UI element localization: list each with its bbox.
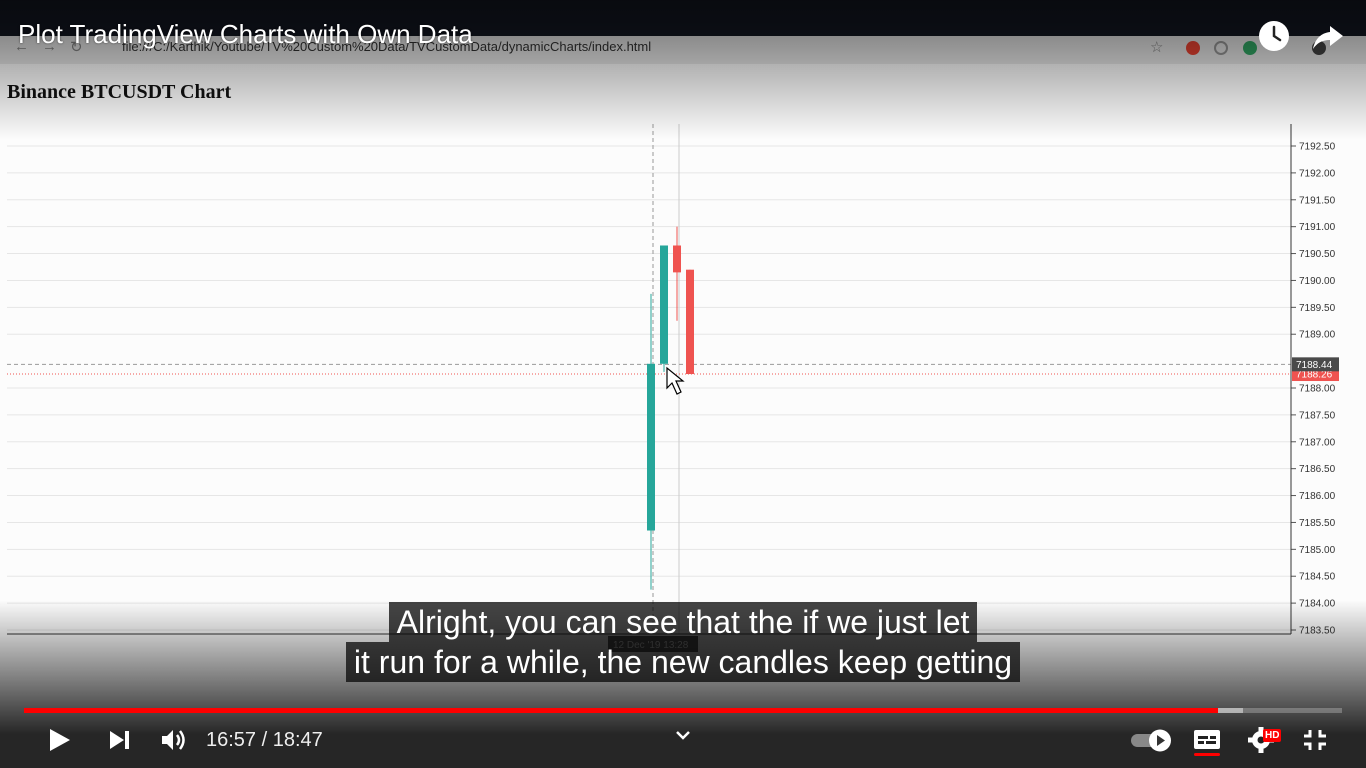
captions: Alright, you can see that the if we just… [0, 602, 1366, 682]
progress-bar[interactable] [24, 708, 1342, 713]
axis-tick-label: 7185.00 [1299, 545, 1336, 556]
candle [686, 269, 694, 375]
crosshair-price-label-text: 7188.44 [1296, 360, 1333, 371]
chart-title: Binance BTCUSDT Chart [7, 81, 232, 103]
extension-icon [1243, 41, 1257, 55]
time-total: 18:47 [272, 729, 323, 751]
axis-tick-label: 7191.00 [1299, 222, 1336, 233]
play-icon[interactable] [44, 722, 74, 758]
axis-tick-label: 7189.00 [1299, 330, 1336, 341]
exit-fullscreen-icon[interactable] [1300, 722, 1330, 758]
played-bar [24, 708, 1219, 713]
video-title[interactable]: Plot TradingView Charts with Own Data [18, 19, 473, 50]
time-display: 16:57 / 18:47 [206, 729, 323, 752]
candle-body [673, 245, 681, 273]
time-current: 16:57 [206, 729, 257, 751]
adblock-icon [1186, 41, 1200, 55]
caption-line: Alright, you can see that the if we just… [388, 602, 978, 642]
axis-tick-label: 7192.50 [1299, 142, 1336, 153]
captions-on-indicator [1194, 753, 1220, 756]
axis-tick-label: 7192.00 [1299, 168, 1336, 179]
axis-tick-label: 7187.50 [1299, 410, 1336, 421]
axis-tick-label: 7187.00 [1299, 437, 1336, 448]
axis-tick-label: 7191.50 [1299, 195, 1336, 206]
axis-tick-label: 7190.50 [1299, 249, 1336, 260]
chevron-down-icon[interactable] [672, 724, 694, 752]
axis-tick-label: 7186.00 [1299, 491, 1336, 502]
axis-tick-label: 7188.00 [1299, 384, 1336, 395]
caption-line: it run for a while, the new candles keep… [345, 642, 1021, 682]
axis-tick-label: 7189.50 [1299, 303, 1336, 314]
next-icon[interactable] [106, 722, 134, 758]
axis-tick-label: 7190.00 [1299, 276, 1336, 287]
share-arrow-icon[interactable] [1310, 18, 1346, 54]
time-separator: / [256, 729, 273, 751]
axis-tick-label: 7186.50 [1299, 464, 1336, 475]
crosshair-price-label: 7188.44 [1292, 357, 1339, 372]
candle-body [647, 363, 655, 531]
mouse-cursor-icon [666, 366, 685, 395]
candle [647, 293, 655, 590]
extension-icon [1214, 41, 1228, 55]
candlestick-chart[interactable]: 7192.50 7192.00 7191.50 7191.00 7190.50 7190.… [0, 120, 1366, 652]
hd-badge: HD [1263, 729, 1282, 742]
candle-body [660, 245, 668, 364]
volume-icon[interactable] [158, 722, 188, 758]
clock-icon[interactable] [1256, 18, 1292, 54]
candle-body [686, 269, 694, 375]
axis-tick-label: 7185.50 [1299, 518, 1336, 529]
candle [660, 245, 668, 372]
candles [647, 226, 694, 590]
axis-tick-label: 7184.50 [1299, 572, 1336, 583]
video-player[interactable]: ← → ↻ file:///C:/Karthik/Youtube/TV%20Cu… [0, 0, 1366, 768]
candle [673, 226, 681, 321]
star-icon: ☆ [1150, 39, 1164, 56]
autoplay-toggle-icon[interactable] [1128, 722, 1176, 758]
